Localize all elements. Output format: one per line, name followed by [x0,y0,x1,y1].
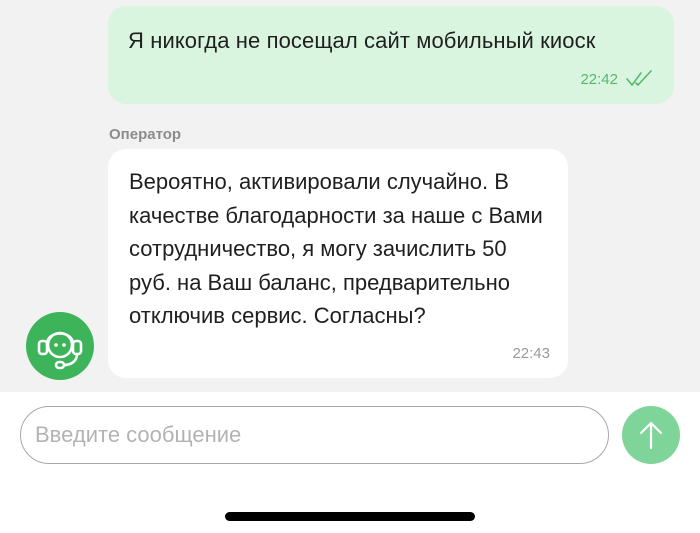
send-button[interactable] [622,406,680,464]
incoming-message-time: 22:43 [512,345,550,362]
message-input[interactable] [20,406,609,464]
outgoing-message-time: 22:42 [580,70,618,88]
outgoing-message-meta: 22:42 [580,70,656,88]
home-indicator[interactable] [225,512,475,521]
double-check-icon [626,70,652,86]
sender-name: Оператор [109,126,182,143]
incoming-message-text: Вероятно, активировали случайно. В качес… [129,169,543,328]
operator-avatar[interactable] [26,312,94,380]
chat-area: Я никогда не посещал сайт мобильный киос… [0,0,700,392]
outgoing-message-text: Я никогда не посещал сайт мобильный киос… [128,28,596,53]
incoming-message-bubble[interactable]: Вероятно, активировали случайно. В качес… [108,149,568,378]
arrow-up-icon [639,421,663,450]
outgoing-message-bubble[interactable]: Я никогда не посещал сайт мобильный киос… [108,6,674,104]
operator-headset-icon [37,331,83,370]
